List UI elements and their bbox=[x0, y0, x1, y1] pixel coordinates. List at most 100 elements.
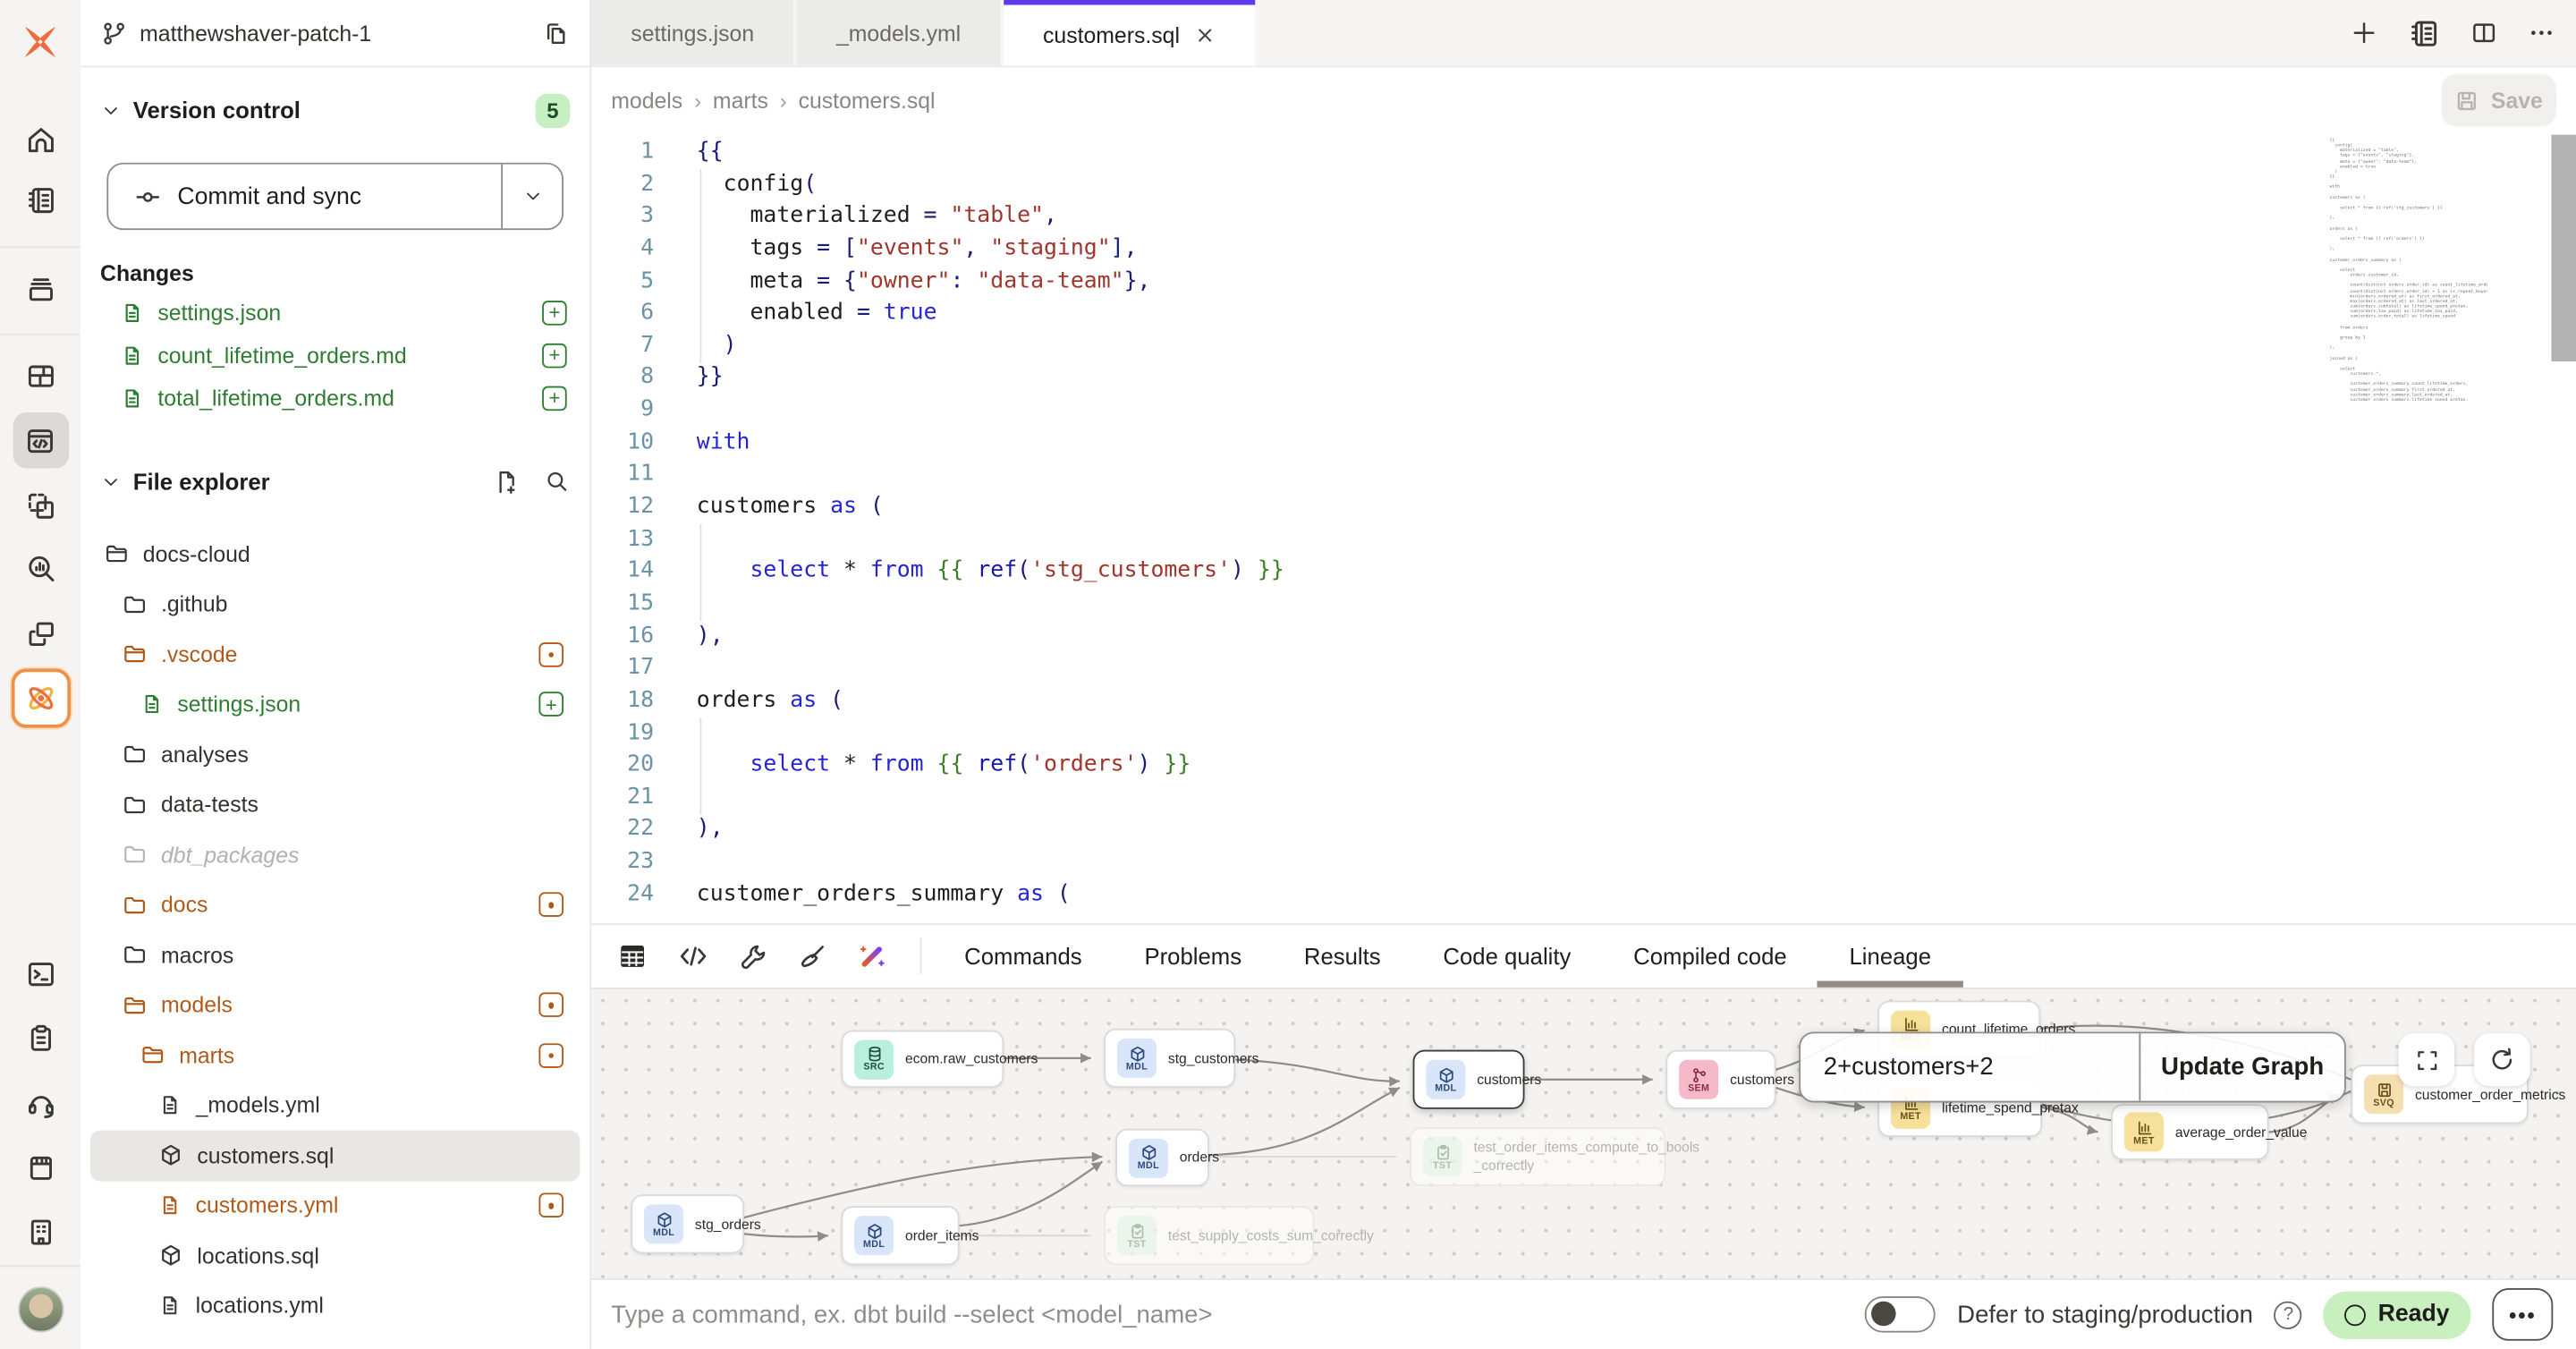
code-line[interactable]: 14 select * from {{ ref('stg_customers')… bbox=[591, 556, 2576, 588]
rail-drawer[interactable] bbox=[23, 1151, 58, 1186]
split-editor-icon[interactable] bbox=[2470, 18, 2499, 47]
rail-terminal[interactable] bbox=[23, 957, 58, 992]
lineage-canvas[interactable]: SRC ecom.raw_customers MDL stg_customers M… bbox=[591, 988, 2576, 1282]
tree-item-_models.yml[interactable]: _models.yml bbox=[90, 1081, 580, 1131]
fullscreen-button[interactable] bbox=[2399, 1033, 2454, 1086]
tree-item-macros[interactable]: macros bbox=[90, 930, 580, 980]
tree-item-customers.sql[interactable]: customers.sql bbox=[90, 1131, 580, 1181]
copy-branch-icon[interactable] bbox=[542, 19, 570, 47]
editor-scrollbar[interactable] bbox=[2551, 135, 2576, 361]
tree-item-locations.yml[interactable]: locations.yml bbox=[90, 1281, 580, 1331]
tab-_models.yml[interactable]: _models.yml bbox=[797, 0, 1000, 65]
code-line[interactable]: 24customer_orders_summary as ( bbox=[591, 878, 2576, 911]
commit-and-sync-button[interactable]: Commit and sync bbox=[106, 163, 564, 230]
tab-settings.json[interactable]: settings.json bbox=[591, 0, 793, 65]
commit-options-caret[interactable] bbox=[501, 165, 562, 229]
clean-broom-icon[interactable] bbox=[797, 941, 828, 972]
version-control-header[interactable]: Version control 5 bbox=[80, 89, 589, 132]
tab-customers.sql[interactable]: customers.sql bbox=[1004, 0, 1256, 65]
code-line[interactable]: 3 materialized = "table", bbox=[591, 201, 2576, 233]
ai-magic-pen-icon[interactable] bbox=[856, 940, 889, 973]
panel-tab-Results[interactable]: Results bbox=[1304, 925, 1381, 988]
more-actions-button[interactable]: ••• bbox=[2492, 1288, 2553, 1341]
code-line[interactable]: 16), bbox=[591, 621, 2576, 653]
build-wrench-icon[interactable] bbox=[738, 941, 769, 972]
panel-tab-Commands[interactable]: Commands bbox=[964, 925, 1081, 988]
tree-item-settings.json[interactable]: settings.json+ bbox=[90, 679, 580, 729]
chevron-down-icon[interactable] bbox=[100, 99, 122, 121]
code-line[interactable]: 20 select * from {{ ref('orders') }} bbox=[591, 750, 2576, 782]
changed-file-row[interactable]: total_lifetime_orders.md + bbox=[80, 377, 589, 420]
code-editor[interactable]: 1{{2 config(3 materialized = "table",4 t… bbox=[591, 133, 2576, 923]
help-icon[interactable]: ? bbox=[2275, 1301, 2302, 1328]
rail-code-editor[interactable] bbox=[13, 412, 68, 468]
tree-item-docs[interactable]: docs bbox=[90, 880, 580, 930]
editor-minimap[interactable]: {{ config( materialized = "table", tags … bbox=[2329, 138, 2487, 401]
new-tab-icon[interactable] bbox=[2350, 18, 2379, 47]
rail-search-insights[interactable] bbox=[23, 551, 58, 586]
code-line[interactable]: 21 bbox=[591, 782, 2576, 814]
command-input[interactable]: Type a command, ex. dbt build --select <… bbox=[611, 1301, 1843, 1328]
lineage-node-customers_sem[interactable]: SEM customers bbox=[1665, 1050, 1775, 1109]
lineage-node-customers_mdl[interactable]: MDL customers bbox=[1413, 1050, 1525, 1109]
panel-tab-Code quality[interactable]: Code quality bbox=[1443, 925, 1571, 988]
rail-select-area[interactable] bbox=[23, 488, 58, 523]
lineage-node-orders[interactable]: MDL orders bbox=[1115, 1129, 1209, 1186]
code-line[interactable]: 8}} bbox=[591, 362, 2576, 395]
rail-building[interactable] bbox=[23, 1215, 58, 1250]
save-button[interactable]: Save bbox=[2441, 74, 2556, 127]
file-explorer-header[interactable]: File explorer bbox=[80, 457, 589, 506]
results-table-icon[interactable] bbox=[616, 940, 649, 973]
lineage-node-stg_customers[interactable]: MDL stg_customers bbox=[1104, 1029, 1235, 1088]
tree-item-models[interactable]: models bbox=[90, 980, 580, 1031]
breadcrumb-item[interactable]: customers.sql bbox=[799, 89, 936, 114]
defer-toggle[interactable] bbox=[1865, 1296, 1936, 1332]
tree-item-.github[interactable]: .github bbox=[90, 579, 580, 629]
code-line[interactable]: 13 bbox=[591, 523, 2576, 556]
chevron-down-icon[interactable] bbox=[100, 471, 122, 492]
rail-archive[interactable] bbox=[23, 272, 58, 307]
lineage-selector-input[interactable]: 2+customers+2 bbox=[1801, 1033, 2138, 1100]
code-line[interactable]: 9 bbox=[591, 395, 2576, 427]
code-line[interactable]: 22), bbox=[591, 814, 2576, 846]
panel-tab-Lineage[interactable]: Lineage bbox=[1849, 925, 1931, 988]
code-line[interactable]: 6 enabled = true bbox=[591, 298, 2576, 330]
branch-row[interactable]: matthewshaver-patch-1 bbox=[80, 0, 589, 67]
code-line[interactable]: 1{{ bbox=[591, 136, 2576, 168]
changed-file-row[interactable]: count_lifetime_orders.md + bbox=[80, 334, 589, 377]
code-line[interactable]: 11 bbox=[591, 459, 2576, 491]
lineage-node-stg_orders[interactable]: MDL stg_orders bbox=[631, 1194, 744, 1253]
rail-dashboard[interactable] bbox=[23, 359, 58, 394]
rail-windows[interactable] bbox=[23, 617, 58, 652]
lineage-node-test_supply[interactable]: TST test_supply_costs_sum_correctly bbox=[1104, 1206, 1314, 1265]
code-line[interactable]: 5 meta = {"owner": "data-team"}, bbox=[591, 266, 2576, 298]
update-graph-button[interactable]: Update Graph bbox=[2140, 1033, 2344, 1100]
rail-notebook[interactable] bbox=[23, 183, 58, 218]
rail-clipboard[interactable] bbox=[23, 1022, 58, 1056]
code-line[interactable]: 2 config( bbox=[591, 169, 2576, 201]
code-line[interactable]: 4 tags = ["events", "staging"], bbox=[591, 233, 2576, 266]
rail-avatar[interactable] bbox=[17, 1286, 63, 1332]
tree-item-docs-cloud[interactable]: docs-cloud bbox=[90, 529, 580, 579]
code-line[interactable]: 7 ) bbox=[591, 330, 2576, 362]
tree-item-data-tests[interactable]: data-tests bbox=[90, 780, 580, 830]
code-line[interactable]: 18orders as ( bbox=[591, 685, 2576, 717]
panel-tab-Compiled code[interactable]: Compiled code bbox=[1633, 925, 1787, 988]
new-file-icon[interactable] bbox=[493, 468, 521, 496]
tree-item-analyses[interactable]: analyses bbox=[90, 730, 580, 780]
code-line[interactable]: 12customers as ( bbox=[591, 491, 2576, 523]
code-line[interactable]: 23 bbox=[591, 846, 2576, 878]
lineage-node-test_order_items[interactable]: TST test_order_items_compute_to_bools _c… bbox=[1410, 1127, 1666, 1186]
code-line[interactable]: 10with bbox=[591, 427, 2576, 459]
refresh-graph-button[interactable] bbox=[2474, 1033, 2529, 1086]
more-options-icon[interactable] bbox=[2527, 18, 2556, 47]
changed-file-row[interactable]: settings.json + bbox=[80, 291, 589, 334]
tree-item-locations.sql[interactable]: locations.sql bbox=[90, 1231, 580, 1281]
notebook-icon[interactable] bbox=[2407, 15, 2442, 50]
tree-item-marts[interactable]: marts bbox=[90, 1031, 580, 1081]
code-line[interactable]: 17 bbox=[591, 653, 2576, 685]
tree-item-.vscode[interactable]: .vscode bbox=[90, 629, 580, 679]
compiled-code-icon[interactable] bbox=[677, 940, 710, 973]
lineage-node-raw_customers[interactable]: SRC ecom.raw_customers bbox=[841, 1031, 1004, 1088]
rail-home[interactable] bbox=[23, 123, 58, 157]
